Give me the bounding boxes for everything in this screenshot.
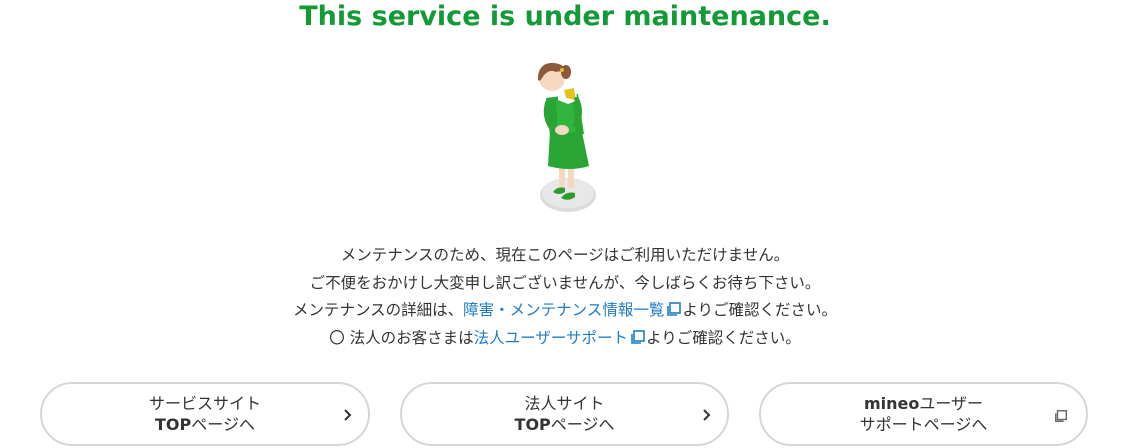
message-text: よりご確認ください。 bbox=[646, 328, 801, 347]
chevron-right-icon bbox=[344, 409, 352, 421]
message-text: 〇 法人のお客さまは bbox=[329, 328, 474, 347]
external-link-icon bbox=[631, 329, 645, 344]
corporate-user-support-link-label: 法人ユーザーサポート bbox=[473, 328, 629, 347]
button-label-rest: ページへ bbox=[191, 415, 255, 434]
message-line: メンテナンスの詳細は、障害・メンテナンス情報一覧 よりご確認ください。 bbox=[0, 297, 1130, 325]
external-link-icon bbox=[1055, 410, 1067, 422]
message-line: 〇 法人のお客さまは法人ユーザーサポート よりご確認ください。 bbox=[0, 325, 1130, 353]
button-label-line2: サポートページへ bbox=[859, 415, 988, 434]
button-label-rest: ユーザー bbox=[919, 394, 984, 413]
button-label-bold: TOP bbox=[514, 415, 551, 434]
button-label-line1: サービスサイト bbox=[148, 394, 261, 413]
mineo-user-support-button[interactable]: mineoユーザー サポートページへ bbox=[759, 382, 1088, 446]
chevron-right-icon bbox=[703, 409, 711, 421]
message-text: よりご確認ください。 bbox=[682, 301, 838, 319]
message-line: ご不便をおかけし大変申し訳ございませんが、今しばらくお待ち下さい。 bbox=[309, 273, 821, 292]
page-title: This service is under maintenance. bbox=[299, 1, 831, 32]
button-label-line1: mineoユーザー bbox=[860, 393, 988, 414]
button-label-bold: TOP bbox=[155, 415, 192, 434]
service-site-top-button[interactable]: サービスサイト TOPページへ bbox=[40, 382, 370, 446]
maintenance-staff-illustration bbox=[538, 62, 596, 212]
outage-maintenance-info-link-label: 障害・メンテナンス情報一覧 bbox=[463, 301, 665, 319]
button-label-bold: mineo bbox=[863, 394, 920, 413]
message-text: メンテナンスの詳細は、 bbox=[292, 301, 464, 319]
external-link-icon bbox=[667, 302, 682, 316]
button-label-rest: ページへ bbox=[550, 415, 615, 434]
corporate-site-top-button[interactable]: 法人サイト TOPページへ bbox=[400, 382, 729, 446]
outage-maintenance-info-link[interactable]: 障害・メンテナンス情報一覧 bbox=[463, 301, 682, 319]
maintenance-message: メンテナンスのため、現在このページはご利用いただけません。 ご不便をおかけし大変… bbox=[0, 242, 1130, 352]
button-label-line1: 法人サイト bbox=[524, 394, 605, 413]
button-label-line2: TOPページへ bbox=[515, 414, 615, 435]
button-label-line2: TOPページへ bbox=[149, 414, 261, 435]
corporate-user-support-link[interactable]: 法人ユーザーサポート bbox=[474, 329, 646, 347]
message-line: メンテナンスのため、現在このページはご利用いただけません。 bbox=[340, 246, 790, 264]
